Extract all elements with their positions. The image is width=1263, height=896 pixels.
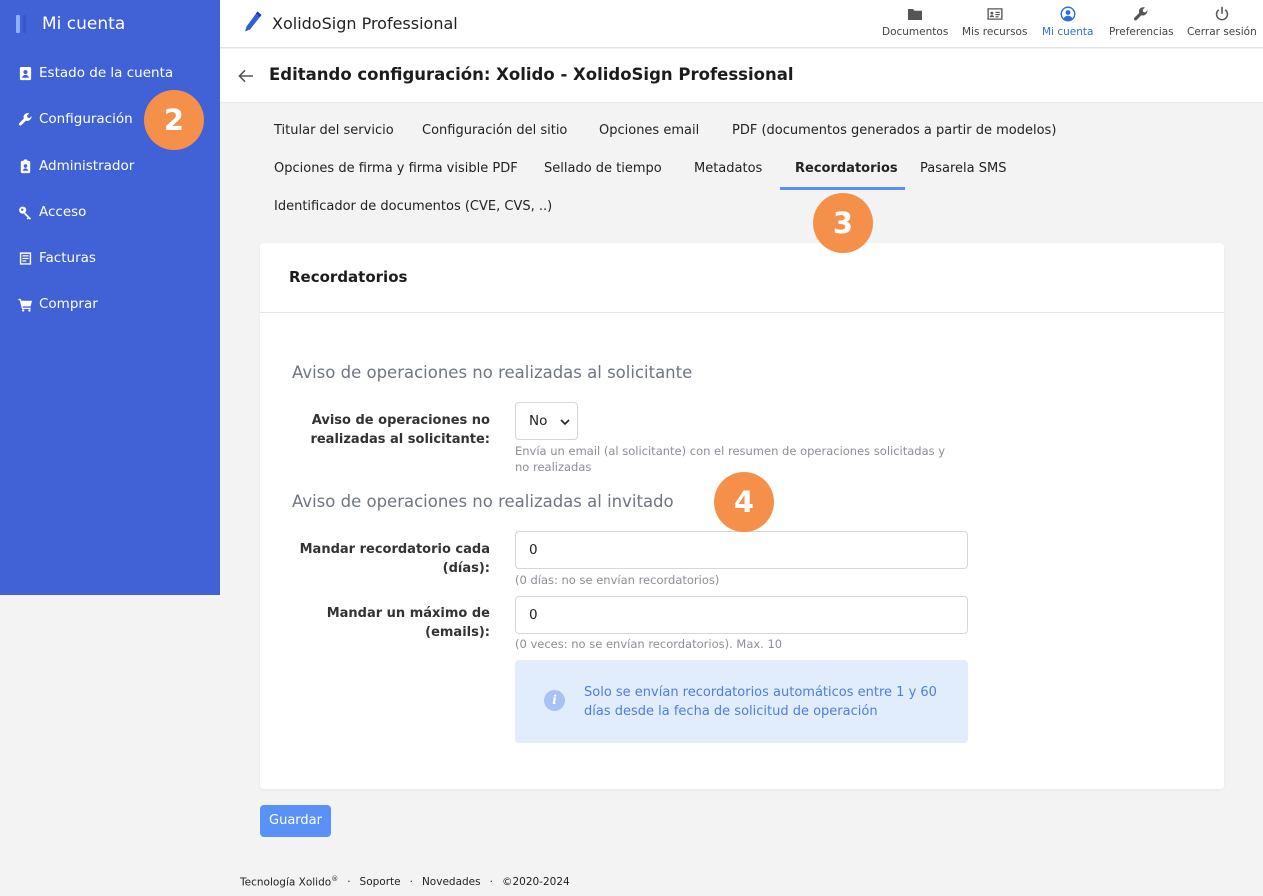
pencil-logo-icon: [245, 11, 262, 32]
key-icon: [17, 204, 33, 220]
page-title: Editando configuración: Xolido - XolidoS…: [269, 65, 794, 84]
tab-opciones-email[interactable]: Opciones email: [599, 123, 699, 138]
wrench-icon: [17, 111, 33, 127]
footer-link-novedades[interactable]: Novedades: [422, 876, 481, 888]
tab-titular[interactable]: Titular del servicio: [274, 123, 394, 138]
user-circle-icon: [1060, 6, 1076, 22]
help-recordatorio-dias: (0 días: no se envían recordatorios): [515, 573, 720, 587]
tab-pdf[interactable]: PDF (documentos generados a partir de mo…: [732, 123, 1056, 138]
back-arrow-icon[interactable]: [237, 67, 255, 85]
info-alert: i Solo se envían recordatorios automátic…: [515, 660, 968, 743]
nav-label: Cerrar sesión: [1187, 26, 1257, 38]
section-title-solicitante: Aviso de operaciones no realizadas al so…: [292, 363, 693, 382]
sidebar-item-comprar[interactable]: Comprar: [0, 289, 220, 319]
info-icon: i: [544, 690, 565, 711]
nav-cerrar-sesion[interactable]: Cerrar sesión: [1187, 6, 1257, 38]
nav-label: Preferencias: [1109, 26, 1174, 38]
help-maximo-emails: (0 veces: no se envían recordatorios). M…: [515, 637, 783, 651]
sidebar-item-facturas[interactable]: Facturas: [0, 243, 220, 273]
card-title: Recordatorios: [260, 243, 1224, 313]
section-title-invitado: Aviso de operaciones no realizadas al in…: [292, 492, 674, 511]
sidebar-item-label: Facturas: [39, 250, 96, 266]
nav-label: Documentos: [882, 26, 949, 38]
sidebar: Mi cuenta Estado de la cuenta Configurac…: [0, 0, 220, 595]
sidebar-title: Mi cuenta: [42, 14, 126, 34]
top-bar: XolidoSign Professional Documentos Mis r…: [220, 0, 1263, 48]
id-card-icon: [987, 8, 1003, 20]
footer-separator: ·: [409, 875, 413, 888]
footer-separator: ·: [347, 875, 351, 888]
active-tab-indicator: [780, 187, 905, 190]
sidebar-item-acceso[interactable]: Acceso: [0, 197, 220, 227]
help-aviso-solicitante: Envía un email (al solicitante) con el r…: [515, 444, 946, 474]
tab-pasarela-sms[interactable]: Pasarela SMS: [920, 161, 1006, 176]
wrench-icon: [1134, 7, 1148, 21]
sidebar-item-estado[interactable]: Estado de la cuenta: [0, 58, 220, 88]
tab-identificador[interactable]: Identificador de documentos (CVE, CVS, .…: [274, 199, 552, 214]
invoice-icon: [17, 250, 33, 266]
folder-icon: [908, 9, 923, 20]
info-text: Solo se envían recordatorios automáticos…: [584, 685, 937, 719]
recordatorio-dias-input[interactable]: 0: [515, 531, 968, 569]
footer-copyright: ©2020-2024: [501, 875, 570, 888]
tab-metadatos[interactable]: Metadatos: [694, 161, 762, 176]
sidebar-logo-icon: [16, 15, 26, 33]
field-label-aviso-solicitante: Aviso de operaciones no realizadas al so…: [310, 413, 490, 447]
nav-label: Mis recursos: [962, 26, 1028, 38]
maximo-emails-input[interactable]: 0: [515, 596, 968, 634]
nav-mis-recursos[interactable]: Mis recursos: [962, 6, 1027, 38]
footer: Tecnología Xolido® · Soporte · Novedades…: [240, 875, 570, 889]
nav-documentos[interactable]: Documentos: [882, 6, 948, 38]
app-title: XolidoSign Professional: [272, 14, 458, 33]
step-badge-3: 3: [813, 193, 873, 253]
footer-link-soporte[interactable]: Soporte: [360, 876, 401, 888]
footer-brand: Tecnología Xolido®: [240, 875, 339, 889]
chevron-down-icon: [560, 419, 570, 426]
field-label-recordatorio-dias: Mandar recordatorio cada (días):: [299, 542, 490, 576]
nav-label: Mi cuenta: [1042, 26, 1094, 38]
sidebar-item-label: Administrador: [39, 158, 135, 174]
sidebar-item-label: Estado de la cuenta: [39, 65, 174, 81]
sidebar-item-label: Comprar: [39, 296, 98, 312]
save-button[interactable]: Guardar: [260, 805, 331, 837]
tab-opciones-firma[interactable]: Opciones de firma y firma visible PDF: [274, 161, 518, 176]
contact-card-icon: [17, 65, 33, 81]
tab-configuracion-sitio[interactable]: Configuración del sitio: [422, 123, 567, 138]
sidebar-item-administrador[interactable]: Administrador: [0, 151, 220, 181]
tab-recordatorios[interactable]: Recordatorios: [795, 161, 898, 176]
tab-sellado-tiempo[interactable]: Sellado de tiempo: [544, 161, 662, 176]
cart-icon: [17, 296, 33, 312]
aviso-solicitante-select[interactable]: No: [515, 402, 578, 440]
page-header: Editando configuración: Xolido - XolidoS…: [220, 49, 1263, 103]
sidebar-item-label: Configuración: [39, 111, 133, 127]
sidebar-header: Mi cuenta: [0, 0, 220, 48]
nav-preferencias[interactable]: Preferencias: [1109, 6, 1174, 38]
step-badge-2: 2: [144, 90, 204, 150]
step-badge-4: 4: [714, 472, 774, 532]
sidebar-item-label: Acceso: [39, 204, 87, 220]
nav-mi-cuenta[interactable]: Mi cuenta: [1042, 6, 1093, 38]
id-badge-icon: [17, 158, 33, 174]
field-label-maximo-emails: Mandar un máximo de (emails):: [326, 606, 490, 640]
footer-separator: ·: [489, 875, 493, 888]
power-icon: [1215, 6, 1229, 21]
